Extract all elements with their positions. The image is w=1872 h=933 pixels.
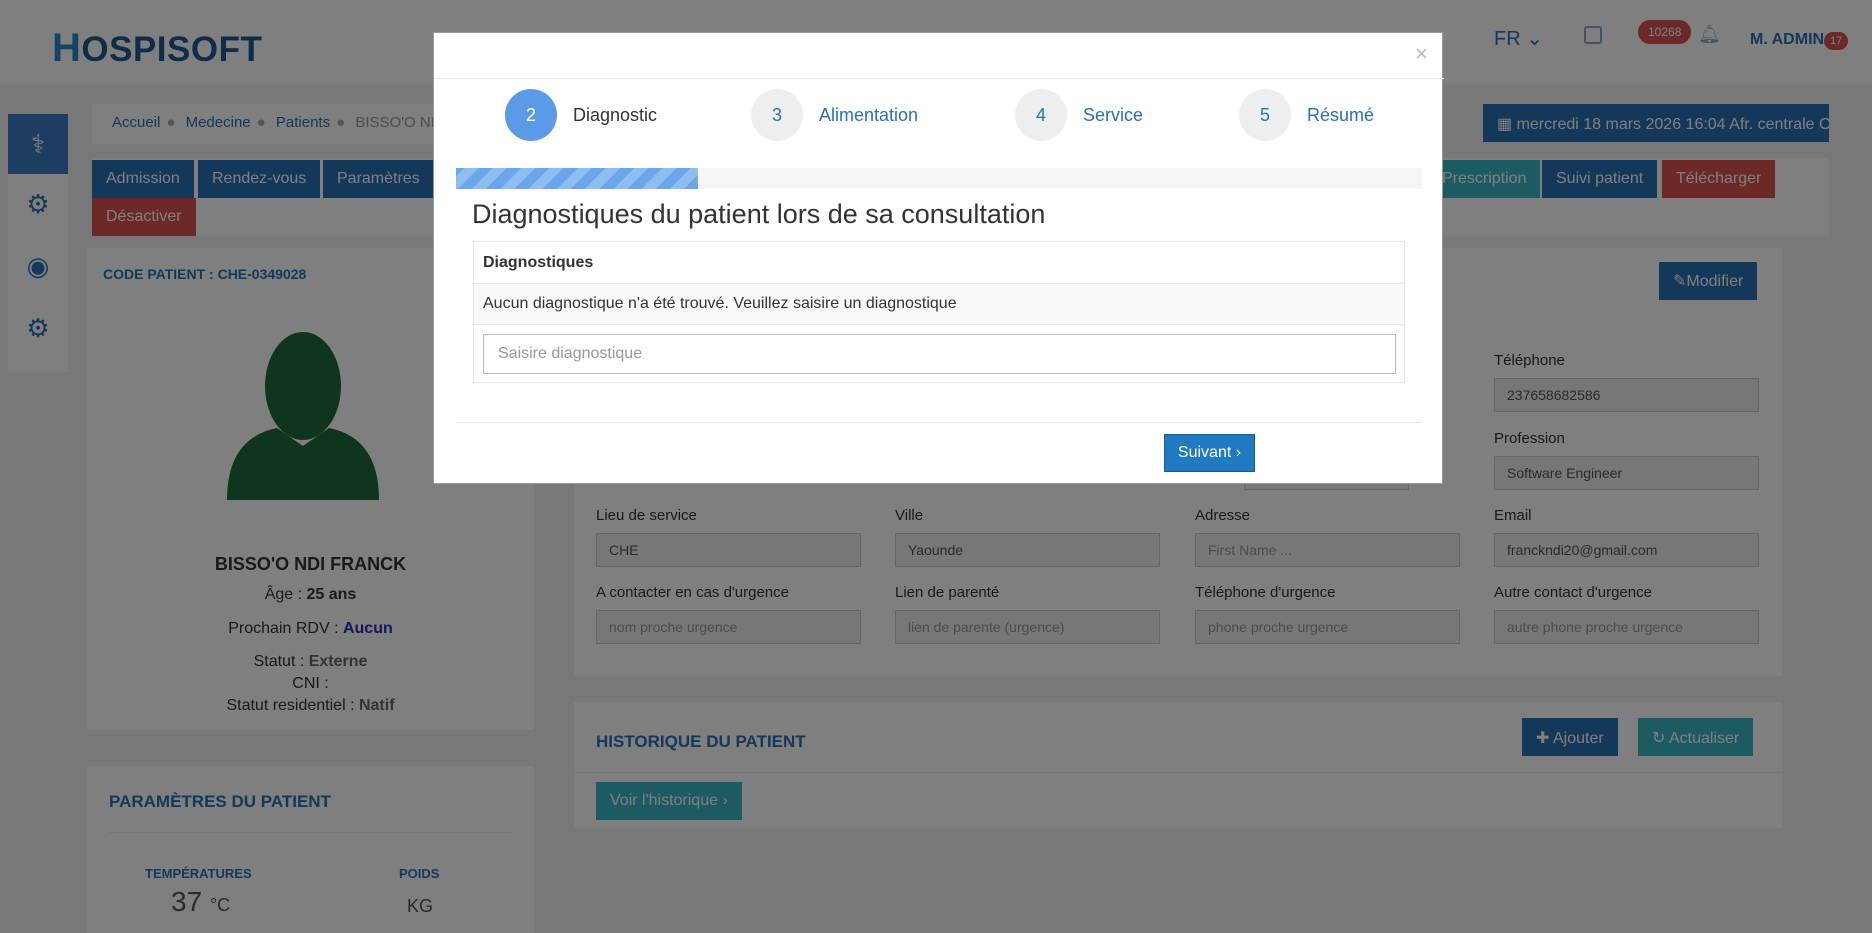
step-number: 5 (1239, 89, 1291, 141)
step-label: Service (1083, 104, 1144, 125)
step-diagnostic[interactable]: 2 Diagnostic (505, 89, 657, 141)
step-resume[interactable]: 5 Résumé (1239, 89, 1374, 141)
step-label: Diagnostic (573, 104, 658, 125)
step-number: 3 (751, 89, 803, 141)
step-label: Résumé (1307, 104, 1375, 125)
step-alimentation[interactable]: 3 Alimentation (751, 89, 918, 141)
next-button[interactable]: Suivant › (1164, 434, 1255, 472)
progress-fill (456, 168, 698, 189)
close-icon[interactable]: × (1415, 41, 1428, 67)
modal-title: Diagnostiques du patient lors de sa cons… (472, 199, 1046, 229)
wizard-progress-bar (456, 168, 1422, 189)
step-service[interactable]: 4 Service (1015, 89, 1143, 141)
table-header: Diagnostiques (474, 242, 1404, 284)
diagnostic-input[interactable] (483, 334, 1396, 374)
diagnostics-table: Diagnostiques Aucun diagnostique n'a été… (473, 241, 1405, 383)
step-number: 4 (1015, 89, 1067, 141)
empty-message: Aucun diagnostique n'a été trouvé. Veuil… (474, 284, 1404, 325)
diagnostic-wizard-modal: × 2 Diagnostic 3 Alimentation 4 Service … (433, 32, 1444, 484)
step-number: 2 (505, 89, 557, 141)
chevron-right-icon: › (1235, 444, 1242, 461)
step-label: Alimentation (819, 104, 919, 125)
